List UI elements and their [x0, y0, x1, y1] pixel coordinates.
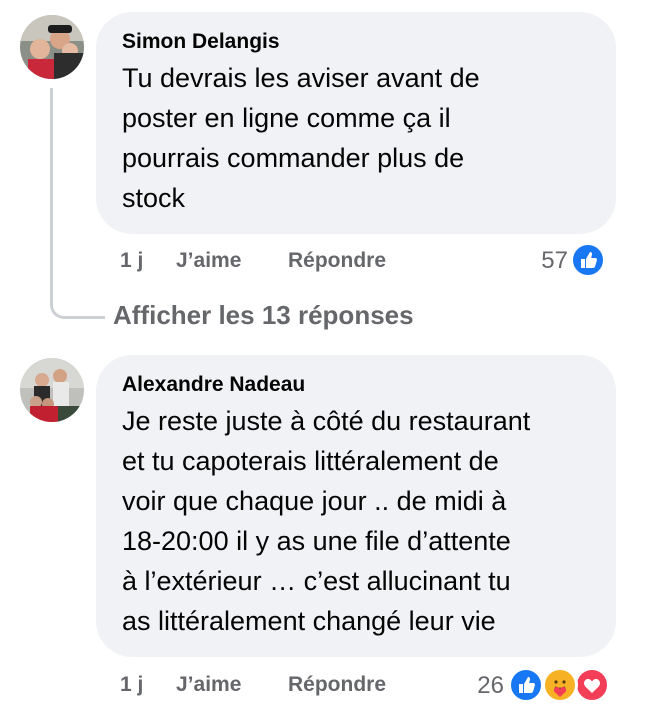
care-icon[interactable]	[542, 667, 578, 703]
comment-actions: 1 j J’aime Répondre	[120, 249, 420, 275]
reply-button[interactable]: Répondre	[288, 673, 386, 697]
like-button[interactable]: J’aime	[176, 673, 241, 697]
love-icon[interactable]	[574, 667, 610, 703]
comment-line: 18-20:00 il y as une file d’attente	[122, 526, 511, 556]
reaction-count[interactable]: 57	[520, 247, 568, 275]
like-icon[interactable]	[508, 667, 544, 703]
comment-line: poster en ligne comme ça il	[122, 103, 451, 133]
comment-author[interactable]: Simon Delangis	[122, 30, 592, 54]
comment-bubble: Alexandre Nadeau Je reste juste à côté d…	[96, 355, 616, 657]
comment-line: Je reste juste à côté du restaurant	[122, 406, 531, 436]
like-icon[interactable]	[570, 242, 606, 278]
comment-line: à l’extérieur … c’est allucinant tu	[122, 566, 511, 596]
comment-line: as littéralement changé leur vie	[122, 606, 496, 636]
avatar[interactable]	[20, 15, 84, 79]
comment-bubble: Simon Delangis Tu devrais les aviser ava…	[96, 12, 616, 234]
comment-author[interactable]: Alexandre Nadeau	[122, 373, 592, 397]
comment-line: voir que chaque jour .. de midi à	[122, 486, 507, 516]
reply-button[interactable]: Répondre	[288, 249, 386, 273]
timestamp[interactable]: 1 j	[120, 249, 143, 273]
reaction-count[interactable]: 26	[456, 672, 504, 700]
comment-line: et tu capoterais littéralement de	[122, 446, 499, 476]
comment-text: Je reste juste à côté du restaurant et t…	[122, 401, 592, 641]
comment-text: Tu devrais les aviser avant de poster en…	[122, 58, 592, 218]
timestamp[interactable]: 1 j	[120, 673, 143, 697]
comment-actions: 1 j J’aime Répondre	[120, 673, 420, 699]
comment-line: stock	[122, 183, 186, 213]
avatar[interactable]	[20, 358, 84, 422]
comment-line: Tu devrais les aviser avant de	[122, 63, 480, 93]
view-replies-link[interactable]: Afficher les 13 réponses	[113, 300, 414, 331]
like-button[interactable]: J’aime	[176, 249, 241, 273]
comment-line: pourrais commander plus de	[122, 143, 465, 173]
